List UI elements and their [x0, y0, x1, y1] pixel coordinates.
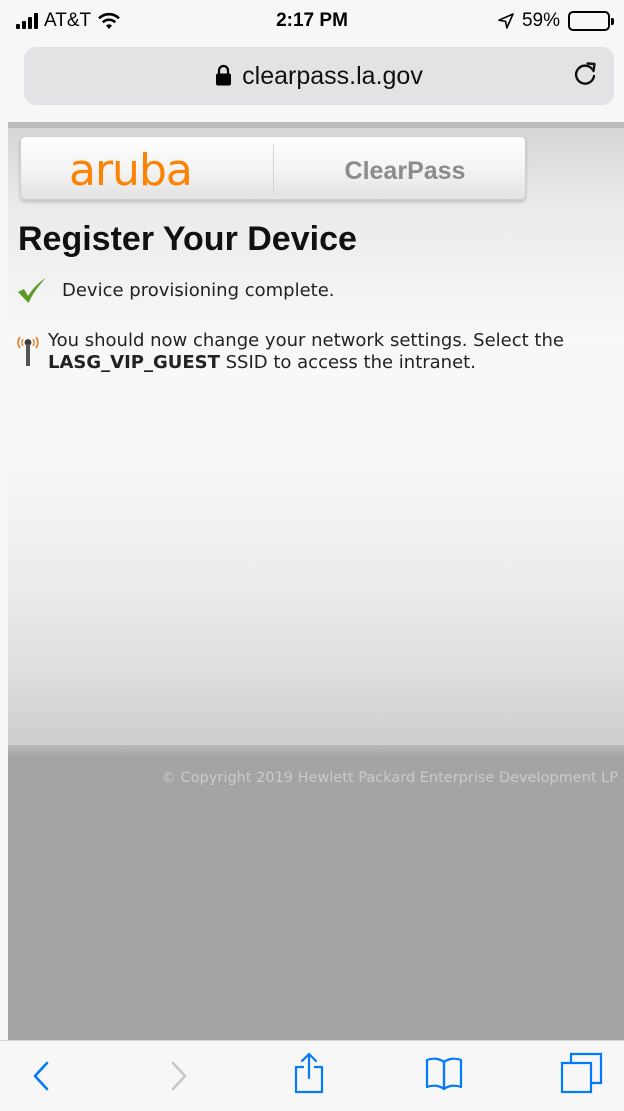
- wifi-antenna-icon: [17, 336, 39, 366]
- clearpass-logo: ClearPass: [344, 157, 466, 185]
- url-display[interactable]: clearpass.la.gov: [24, 62, 614, 91]
- provisioning-message: Device provisioning complete.: [16, 278, 335, 305]
- tabs-icon[interactable]: [560, 1052, 604, 1094]
- page-title: Register Your Device: [18, 220, 357, 258]
- reload-icon[interactable]: [570, 60, 600, 90]
- status-right: 59%: [498, 10, 614, 32]
- network-text-lead: You should now change your network setti…: [48, 330, 564, 351]
- status-bar: AT&T 2:17 PM 59%: [0, 0, 624, 44]
- battery-percent: 59%: [521, 10, 560, 31]
- lock-icon: [216, 64, 232, 86]
- address-bar[interactable]: clearpass.la.gov: [24, 47, 614, 105]
- battery-icon: [568, 11, 614, 31]
- network-text-tail: SSID to access the intranet.: [219, 352, 476, 373]
- share-icon[interactable]: [292, 1051, 326, 1095]
- provisioning-text: Device provisioning complete.: [62, 280, 335, 301]
- page-footer: © Copyright 2019 Hewlett Packard Enterpr…: [8, 745, 624, 1040]
- location-icon: [498, 13, 514, 29]
- brand-header: aruba ClearPass: [20, 136, 526, 200]
- logo-divider: [273, 144, 274, 194]
- browser-toolbar: [0, 1040, 624, 1111]
- ssid-name: LASG_VIP_GUEST: [48, 352, 220, 373]
- aruba-logo: aruba: [69, 145, 193, 196]
- check-icon: [18, 278, 46, 303]
- network-text: You should now change your network setti…: [48, 330, 608, 374]
- forward-icon[interactable]: [166, 1057, 190, 1095]
- copyright: © Copyright 2019 Hewlett Packard Enterpr…: [161, 770, 618, 786]
- back-icon[interactable]: [30, 1057, 54, 1095]
- bookmarks-icon[interactable]: [424, 1055, 464, 1091]
- page-content: aruba ClearPass Register Your Device Dev…: [8, 122, 624, 745]
- url-text: clearpass.la.gov: [242, 62, 423, 90]
- network-message: You should now change your network setti…: [16, 330, 608, 374]
